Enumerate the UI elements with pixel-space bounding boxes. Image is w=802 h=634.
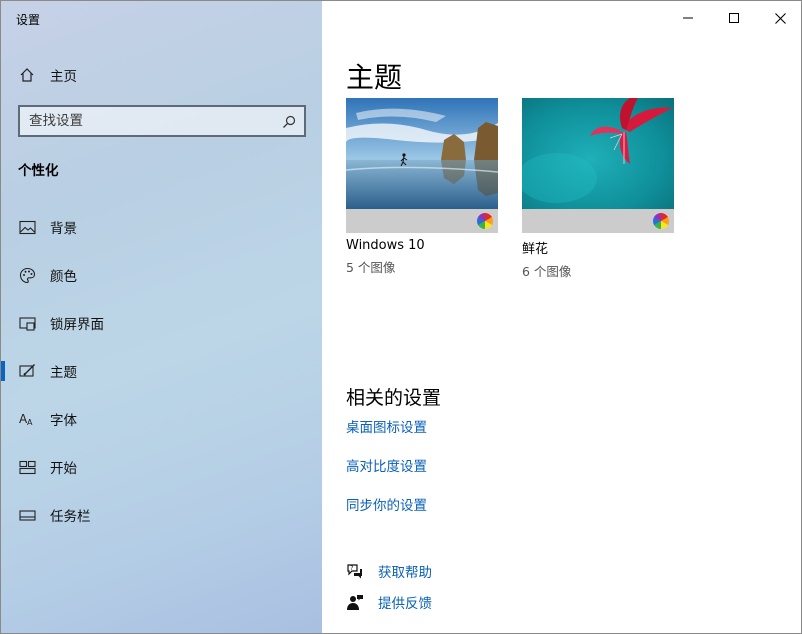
- feedback-link[interactable]: 提供反馈: [378, 592, 432, 612]
- search-box[interactable]: [18, 105, 306, 137]
- sidebar-item-label: 任务栏: [50, 509, 91, 525]
- desktop-icon-settings-link[interactable]: 桌面图标设置: [346, 416, 427, 436]
- font-icon: AA: [18, 410, 36, 428]
- theme-card-flowers[interactable]: 鲜花 6 个图像: [522, 98, 674, 280]
- sidebar-item-background[interactable]: 背景: [1, 207, 322, 247]
- theme-image-count: 6 个图像: [522, 264, 572, 279]
- picture-icon: [18, 218, 36, 236]
- sidebar-item-label: 背景: [50, 221, 77, 237]
- sidebar-item-label: 主页: [50, 69, 77, 85]
- color-wheel-icon: [653, 213, 669, 229]
- start-icon: [18, 458, 36, 476]
- theme-name: Windows 10: [346, 238, 425, 253]
- sidebar-item-lock-screen[interactable]: 锁屏界面: [1, 303, 322, 343]
- theme-name: 鲜花: [522, 242, 549, 257]
- search-icon[interactable]: [282, 114, 296, 128]
- palette-icon: [18, 266, 36, 284]
- sidebar-item-colors[interactable]: 颜色: [1, 255, 322, 295]
- get-help-row[interactable]: ? 获取帮助: [346, 561, 432, 581]
- section-title: 个性化: [18, 163, 59, 179]
- svg-text:A: A: [27, 418, 33, 427]
- home-icon: [18, 66, 36, 84]
- theme-strip: [346, 209, 498, 233]
- help-chat-icon: ?: [346, 562, 364, 580]
- search-input[interactable]: [20, 107, 270, 135]
- get-help-link[interactable]: 获取帮助: [378, 561, 432, 581]
- sidebar-item-taskbar[interactable]: 任务栏: [1, 495, 322, 535]
- theme-image-count: 5 个图像: [346, 260, 396, 275]
- sidebar-item-home[interactable]: 主页: [1, 55, 322, 95]
- svg-text:?: ?: [350, 565, 353, 572]
- feedback-icon: [346, 593, 364, 611]
- theme-thumbnail[interactable]: [522, 98, 674, 209]
- sidebar: 设置 主页 个性化 背景 颜色: [1, 1, 322, 633]
- color-wheel-icon: [477, 213, 493, 229]
- sync-settings-link[interactable]: 同步你的设置: [346, 494, 427, 514]
- feedback-row[interactable]: 提供反馈: [346, 592, 432, 612]
- high-contrast-settings-link[interactable]: 高对比度设置: [346, 455, 427, 475]
- window-title: 设置: [16, 13, 41, 27]
- taskbar-icon: [18, 506, 36, 524]
- main-content: 主题 Windows 10 5 个图像 鲜花 6 个图像 相关的设置 桌面图标设…: [322, 1, 801, 633]
- sidebar-item-label: 颜色: [50, 269, 77, 285]
- theme-card-windows10[interactable]: Windows 10 5 个图像: [346, 98, 498, 276]
- theme-strip: [522, 209, 674, 233]
- sidebar-item-label: 字体: [50, 413, 77, 429]
- theme-thumbnail[interactable]: [346, 98, 498, 209]
- lock-screen-icon: [18, 314, 36, 332]
- sidebar-item-fonts[interactable]: AA 字体: [1, 399, 322, 439]
- related-settings-title: 相关的设置: [346, 387, 442, 409]
- theme-icon: [18, 362, 36, 380]
- sidebar-item-label: 主题: [50, 365, 77, 381]
- sidebar-item-start[interactable]: 开始: [1, 447, 322, 487]
- settings-window: 设置 主页 个性化 背景 颜色: [0, 0, 802, 634]
- page-title: 主题: [346, 61, 403, 94]
- sidebar-item-label: 锁屏界面: [50, 317, 104, 333]
- sidebar-item-label: 开始: [50, 461, 77, 477]
- sidebar-item-themes[interactable]: 主题: [1, 351, 322, 391]
